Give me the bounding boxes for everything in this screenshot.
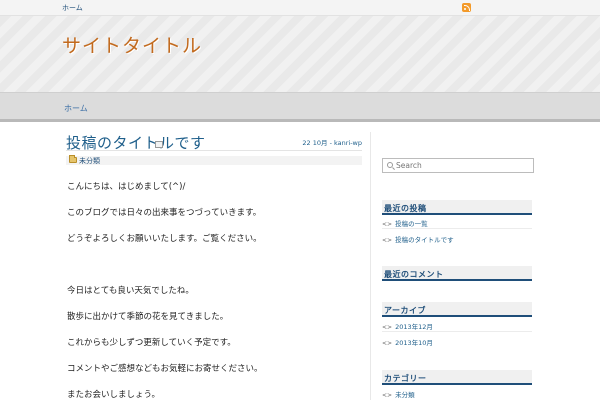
divider [382, 228, 532, 229]
post-paragraph: コメントやご感想などもお気軽にお寄せください。 [67, 364, 263, 374]
comment-icon[interactable] [155, 141, 163, 148]
folder-icon [69, 155, 77, 163]
post-paragraph: 散歩に出かけて季節の花を見てきました。 [67, 312, 229, 322]
widget-title-archives: アーカイブ [382, 302, 532, 317]
list-item[interactable]: <> 投稿の一覧 [382, 218, 532, 228]
widget-title-text: カテゴリー [384, 374, 427, 383]
rss-icon[interactable] [462, 3, 471, 12]
chevron-icon: <> [382, 237, 393, 244]
widget-link[interactable]: 2013年12月 [395, 323, 433, 331]
chevron-icon: <> [382, 392, 393, 399]
post-paragraph: こんにちは、はじめまして(^)/ [67, 182, 186, 192]
site-header: サイトタイトル [0, 16, 600, 92]
main-nav: ホーム [0, 92, 600, 122]
post-paragraph: 今日はとても良い天気でしたね。 [67, 286, 194, 296]
divider [66, 150, 362, 151]
widget-title-text: 最近のコメント [384, 270, 444, 279]
post-paragraph: どうぞよろしくお願いいたします。ご覧ください。 [67, 234, 262, 244]
chevron-icon: <> [382, 221, 393, 228]
category-bar: 未分類 [66, 155, 362, 166]
post-paragraph: このブログでは日々の出来事をつづっていきます。 [67, 208, 262, 218]
list-item[interactable]: <> 未分類 [382, 389, 532, 399]
widget-title-recent-posts: 最近の投稿 [382, 200, 532, 215]
list-item[interactable]: <> 2013年12月 [382, 321, 532, 331]
widget-title-categories: カテゴリー [382, 370, 532, 385]
widget-title-text: アーカイブ [384, 306, 427, 315]
chevron-icon: <> [382, 324, 393, 331]
search-input[interactable] [396, 160, 531, 171]
site-title[interactable]: サイトタイトル [62, 31, 202, 58]
widget-link[interactable]: 投稿の一覧 [395, 220, 428, 228]
top-home-link[interactable]: ホーム [62, 3, 83, 13]
widget-title-recent-comments: 最近のコメント [382, 266, 532, 281]
divider [382, 331, 532, 332]
post-paragraph: これからも少しずつ更新していく予定です。 [67, 338, 236, 348]
list-item[interactable]: <> 投稿のタイトルです [382, 234, 532, 244]
chevron-icon: <> [382, 340, 393, 347]
nav-item-home[interactable]: ホーム [64, 103, 88, 114]
column-divider [370, 132, 371, 400]
top-bar: ホーム [0, 0, 600, 16]
post-meta: 22 10月 - kanri-wp [302, 139, 362, 147]
search-icon [387, 162, 393, 168]
widget-link[interactable]: 2013年10月 [395, 339, 433, 347]
post-paragraph: またお会いしましょう。 [67, 390, 160, 400]
widget-link[interactable]: 投稿のタイトルです [395, 236, 454, 244]
category-link[interactable]: 未分類 [79, 156, 100, 166]
widget-link[interactable]: 未分類 [395, 391, 415, 399]
search-box[interactable] [382, 158, 534, 173]
widget-title-text: 最近の投稿 [384, 204, 427, 213]
list-item[interactable]: <> 2013年10月 [382, 337, 532, 347]
